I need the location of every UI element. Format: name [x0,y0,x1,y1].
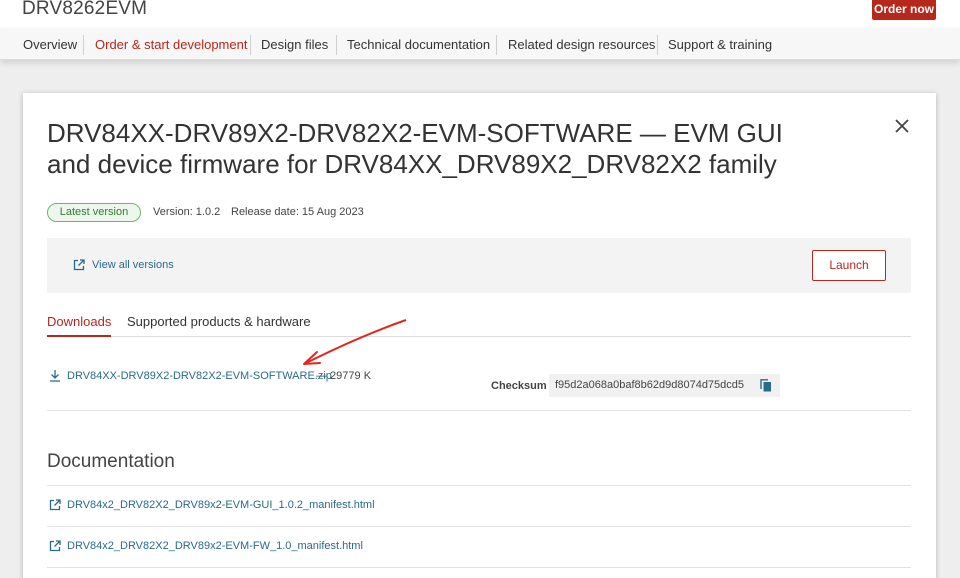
software-title: DRV84XX-DRV89X2-DRV82X2-EVM-SOFTWARE — E… [47,118,787,180]
nav-overview[interactable]: Overview [23,37,77,53]
external-link-icon [73,259,85,271]
download-row: DRV84XX-DRV89X2-DRV82X2-EVM-SOFTWARE.zip… [47,363,911,411]
order-now-button[interactable]: Order now [872,0,936,20]
nav-divider [657,35,658,55]
nav-divider [496,35,497,55]
version-text: Version: 1.0.2 [153,206,221,218]
doc-list-item: DRV84x2_DRV82X2_DRV89x2-EVM-FW_1.0_manif… [47,526,911,567]
nav-order-start-development[interactable]: Order & start development [95,37,247,53]
release-date-text: Release date: 15 Aug 2023 [231,206,364,218]
nav-related-design-resources[interactable]: Related design resources [508,37,655,53]
tab-downloads[interactable]: Downloads [47,314,112,337]
nav-support-training[interactable]: Support & training [668,37,772,53]
doc-link[interactable]: DRV84x2_DRV82X2_DRV89x2-EVM-GUI_1.0.2_ma… [67,499,375,511]
download-icon [50,370,60,382]
nav-divider [250,35,251,55]
nav-divider [336,35,337,55]
software-title-line-2: and device firmware for DRV84XX_DRV89X2_… [47,149,777,179]
file-size: — 29779 K [316,370,372,382]
checksum-box: f95d2a068a0baf8b62d9d8074d75dcd5 [549,374,780,397]
doc-list-divider [47,567,911,577]
doc-list-item: DRV84x2_DRV82X2_DRV89x2-EVM-GUI_1.0.2_ma… [47,485,911,526]
close-icon[interactable] [893,117,911,135]
product-title: DRV8262EVM [22,0,148,19]
software-detail-card: DRV84XX-DRV89X2-DRV82X2-EVM-SOFTWARE — E… [23,93,936,578]
nav-design-files[interactable]: Design files [261,37,328,53]
download-file-link[interactable]: DRV84XX-DRV89X2-DRV82X2-EVM-SOFTWARE.zip [67,370,332,382]
checksum-value: f95d2a068a0baf8b62d9d8074d75dcd5 [555,379,745,391]
documentation-heading: Documentation [47,451,175,472]
software-title-line-1: DRV84XX-DRV89X2-DRV82X2-EVM-SOFTWARE — E… [47,118,783,148]
tabs: Downloads Supported products & hardware [47,311,911,337]
external-link-icon [49,499,61,511]
nav-divider [83,35,84,55]
tab-supported-products-hardware[interactable]: Supported products & hardware [127,314,311,337]
doc-link[interactable]: DRV84x2_DRV82X2_DRV89x2-EVM-FW_1.0_manif… [67,540,363,552]
view-all-versions-link[interactable]: View all versions [73,257,174,273]
nav-technical-documentation[interactable]: Technical documentation [347,37,490,53]
latest-version-badge: Latest version [47,203,141,222]
version-panel: View all versions Launch [47,238,911,293]
copy-icon[interactable] [760,379,772,392]
top-header: DRV8262EVM Order now [0,0,960,28]
launch-button[interactable]: Launch [812,250,886,281]
view-all-versions-label: View all versions [92,259,174,271]
checksum-label: Checksum [491,380,547,392]
section-nav: Overview Order & start development Desig… [0,28,960,60]
external-link-icon [49,540,61,552]
